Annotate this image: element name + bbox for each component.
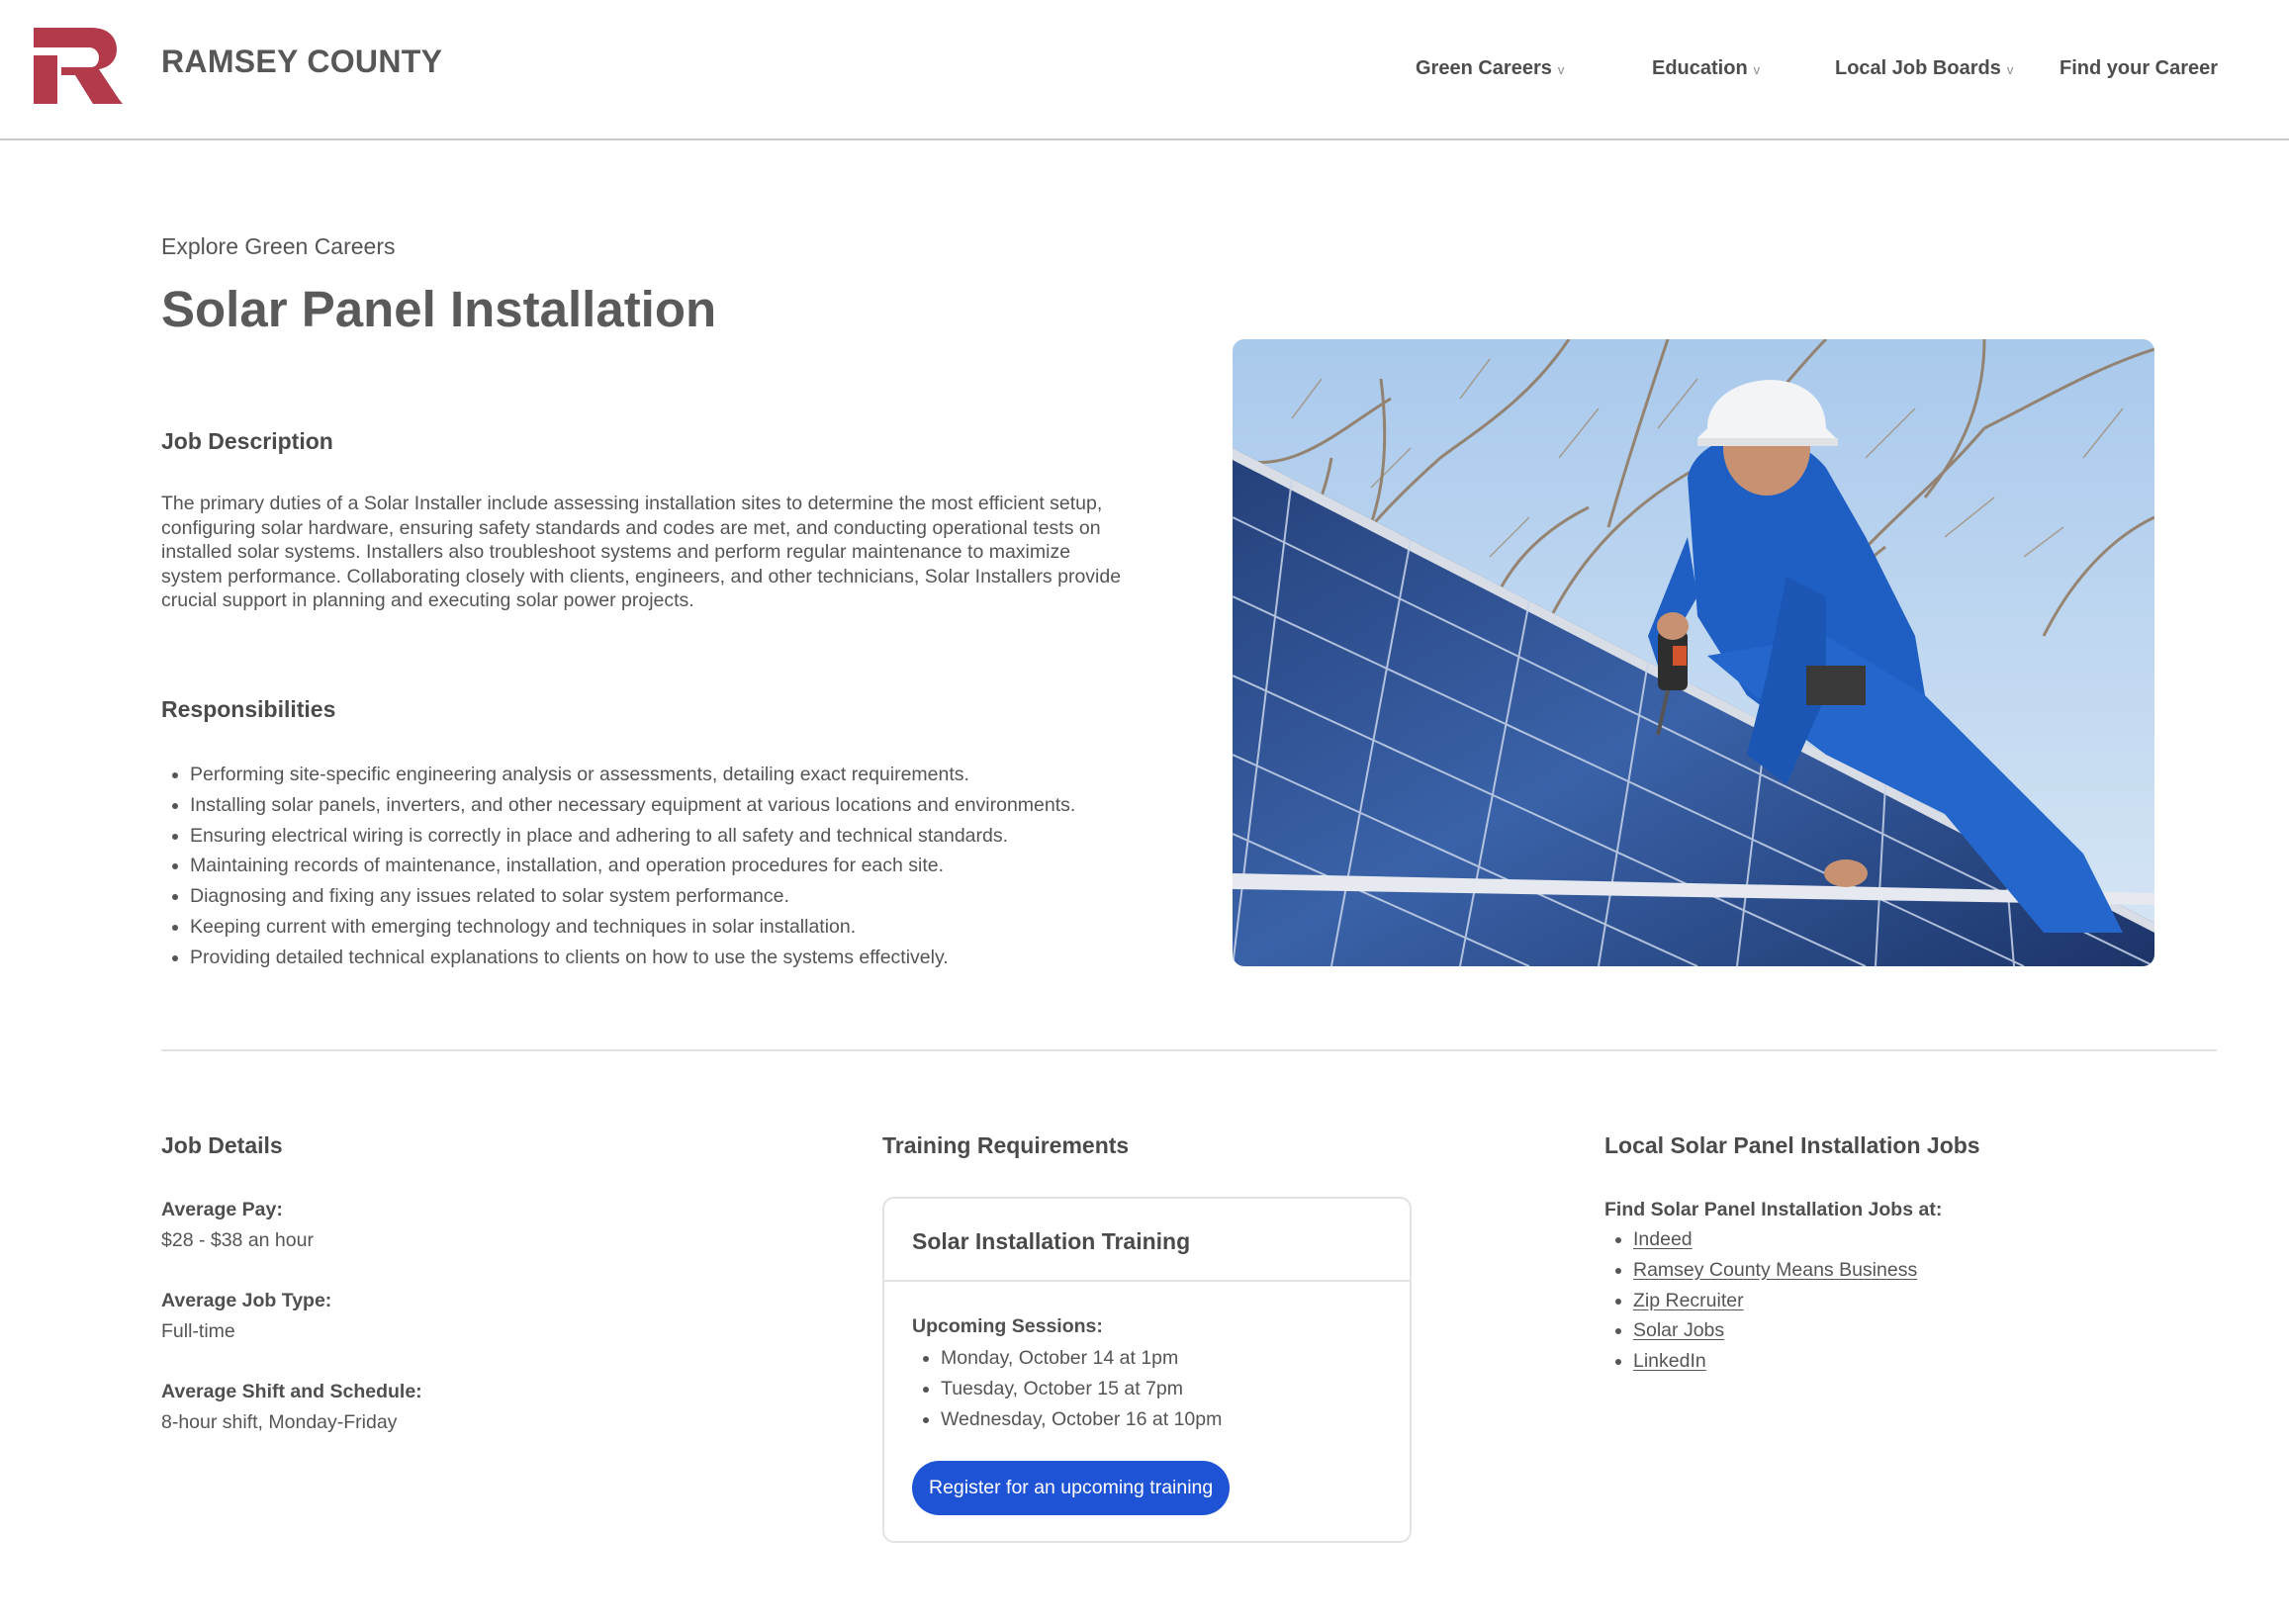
chevron-down-icon: v (1753, 62, 1761, 77)
list-item: Maintaining records of maintenance, inst… (161, 851, 1170, 881)
list-item: Providing detailed technical explanation… (161, 943, 1170, 973)
link-linkedin[interactable]: LinkedIn (1633, 1350, 1706, 1372)
nav-green-careers[interactable]: Green Careers v (1416, 57, 1564, 80)
upcoming-sessions-label: Upcoming Sessions: (912, 1315, 1103, 1337)
list-item: Indeed (1604, 1224, 1917, 1255)
job-description-heading: Job Description (161, 428, 333, 454)
job-type-value: Full-time (161, 1320, 235, 1342)
chevron-down-icon: v (2006, 62, 2014, 77)
average-pay-value: $28 - $38 an hour (161, 1229, 314, 1251)
breadcrumb-kicker: Explore Green Careers (161, 233, 396, 259)
list-item: Ramsey County Means Business (1604, 1255, 1917, 1286)
section-divider (161, 1049, 2217, 1051)
nav-local-job-boards[interactable]: Local Job Boards v (1835, 57, 2013, 80)
list-item: Solar Jobs (1604, 1315, 1917, 1346)
training-card-title: Solar Installation Training (912, 1228, 1191, 1254)
training-heading: Training Requirements (882, 1132, 1130, 1158)
find-jobs-label: Find Solar Panel Installation Jobs at: (1604, 1199, 1943, 1220)
training-card: Solar Installation Training Upcoming Ses… (882, 1197, 1412, 1543)
average-pay-label: Average Pay: (161, 1199, 283, 1220)
nav-label: Green Careers (1416, 57, 1552, 79)
list-item: Tuesday, October 15 at 7pm (912, 1374, 1222, 1404)
list-item: Monday, October 14 at 1pm (912, 1343, 1222, 1374)
page-title: Solar Panel Installation (161, 281, 717, 337)
responsibilities-list: Performing site-specific engineering ana… (161, 760, 1170, 973)
list-item: LinkedIn (1604, 1346, 1917, 1377)
list-item: Ensuring electrical wiring is correctly … (161, 821, 1170, 852)
nav-find-your-career[interactable]: Find your Career (2060, 57, 2218, 80)
link-indeed[interactable]: Indeed (1633, 1228, 1693, 1250)
nav-label: Find your Career (2060, 57, 2219, 79)
responsibilities-heading: Responsibilities (161, 696, 336, 722)
nav-label: Education (1652, 57, 1748, 79)
schedule-label: Average Shift and Schedule: (161, 1381, 422, 1402)
link-solar-jobs[interactable]: Solar Jobs (1633, 1319, 1724, 1341)
local-jobs-heading: Local Solar Panel Installation Jobs (1604, 1132, 1980, 1158)
training-card-header: Solar Installation Training (884, 1199, 1410, 1282)
list-item: Performing site-specific engineering ana… (161, 760, 1170, 790)
job-type-label: Average Job Type: (161, 1290, 332, 1311)
job-description-text: The primary duties of a Solar Installer … (161, 493, 1122, 611)
schedule-value: 8-hour shift, Monday-Friday (161, 1411, 398, 1433)
list-item: Installing solar panels, inverters, and … (161, 790, 1170, 821)
list-item: Diagnosing and fixing any issues related… (161, 881, 1170, 912)
ramsey-county-logo[interactable] (34, 28, 123, 104)
nav-education[interactable]: Education v (1652, 57, 1760, 80)
solar-installer-photo (1233, 339, 2154, 966)
job-board-links: Indeed Ramsey County Means Business Zip … (1604, 1224, 1917, 1377)
sessions-list: Monday, October 14 at 1pm Tuesday, Octob… (912, 1343, 1222, 1434)
list-item: Wednesday, October 16 at 10pm (912, 1404, 1222, 1435)
job-details-heading: Job Details (161, 1132, 283, 1158)
link-zip-recruiter[interactable]: Zip Recruiter (1633, 1290, 1744, 1311)
site-header: RAMSEY COUNTY Green Careers v Education v … (0, 0, 2289, 140)
link-ramsey-county-means-business[interactable]: Ramsey County Means Business (1633, 1259, 1917, 1281)
brand-name[interactable]: RAMSEY COUNTY (161, 44, 442, 80)
list-item: Zip Recruiter (1604, 1286, 1917, 1316)
list-item: Keeping current with emerging technology… (161, 912, 1170, 943)
register-training-button[interactable]: Register for an upcoming training (912, 1461, 1231, 1515)
chevron-down-icon: v (1557, 62, 1565, 77)
nav-label: Local Job Boards (1835, 57, 2001, 79)
